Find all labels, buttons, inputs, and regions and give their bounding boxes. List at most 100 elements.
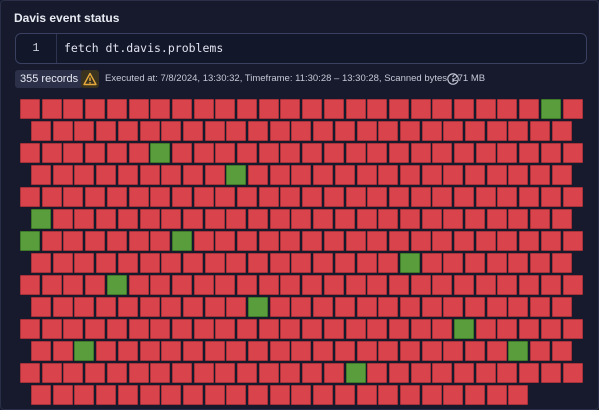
tile-problem[interactable] (465, 253, 485, 273)
tile-problem[interactable] (551, 209, 572, 229)
tile-problem[interactable] (74, 297, 95, 317)
tile-problem[interactable] (215, 143, 236, 163)
tile-problem[interactable] (367, 187, 388, 207)
tile-problem[interactable] (519, 319, 540, 339)
tile-problem[interactable] (465, 209, 485, 229)
tile-problem[interactable] (258, 99, 279, 119)
tile-problem[interactable] (465, 297, 485, 317)
tile-problem[interactable] (150, 319, 171, 339)
tile-problem[interactable] (410, 231, 431, 251)
tile-problem[interactable] (313, 253, 334, 273)
tile-problem[interactable] (20, 363, 40, 383)
tile-problem[interactable] (519, 275, 540, 295)
tile-ok[interactable] (508, 341, 529, 361)
tile-problem[interactable] (367, 363, 388, 383)
tile-problem[interactable] (258, 275, 279, 295)
tile-problem[interactable] (519, 231, 540, 251)
tile-problem[interactable] (551, 297, 572, 317)
tile-problem[interactable] (139, 253, 160, 273)
tile-problem[interactable] (280, 231, 301, 251)
tile-problem[interactable] (226, 209, 247, 229)
tile-problem[interactable] (96, 209, 117, 229)
tile-problem[interactable] (106, 319, 127, 339)
tile-problem[interactable] (378, 341, 399, 361)
tile-problem[interactable] (171, 99, 192, 119)
tile-problem[interactable] (237, 143, 257, 163)
tile-problem[interactable] (74, 209, 95, 229)
tile-problem[interactable] (150, 187, 171, 207)
tile-problem[interactable] (139, 165, 160, 185)
tile-problem[interactable] (562, 99, 583, 119)
tile-problem[interactable] (41, 99, 62, 119)
tile-problem[interactable] (52, 341, 73, 361)
tile-problem[interactable] (465, 341, 485, 361)
tile-problem[interactable] (421, 253, 442, 273)
tile-problem[interactable] (150, 99, 171, 119)
tile-problem[interactable] (182, 385, 203, 405)
tile-problem[interactable] (41, 231, 62, 251)
tile-problem[interactable] (248, 165, 268, 185)
tile-problem[interactable] (280, 363, 301, 383)
tile-problem[interactable] (171, 187, 192, 207)
tile-problem[interactable] (388, 187, 409, 207)
tile-problem[interactable] (226, 297, 247, 317)
tile-problem[interactable] (31, 121, 51, 141)
tile-problem[interactable] (204, 297, 225, 317)
tile-problem[interactable] (302, 363, 323, 383)
tile-problem[interactable] (128, 319, 149, 339)
tile-problem[interactable] (486, 253, 507, 273)
tile-problem[interactable] (432, 187, 453, 207)
tile-problem[interactable] (508, 385, 529, 405)
tile-problem[interactable] (204, 341, 225, 361)
tile-problem[interactable] (475, 363, 496, 383)
tile-problem[interactable] (356, 165, 377, 185)
tile-problem[interactable] (388, 99, 409, 119)
tile-ok[interactable] (248, 297, 268, 317)
tile-problem[interactable] (226, 385, 247, 405)
tile-ok[interactable] (20, 231, 40, 251)
tile-problem[interactable] (313, 209, 334, 229)
tile-problem[interactable] (378, 209, 399, 229)
tile-problem[interactable] (128, 363, 149, 383)
tile-problem[interactable] (150, 275, 171, 295)
tile-problem[interactable] (258, 231, 279, 251)
tile-problem[interactable] (85, 319, 106, 339)
tile-problem[interactable] (399, 121, 420, 141)
tile-problem[interactable] (280, 99, 301, 119)
tile-problem[interactable] (117, 253, 138, 273)
tile-problem[interactable] (345, 231, 366, 251)
tile-problem[interactable] (106, 187, 127, 207)
tile-problem[interactable] (63, 99, 84, 119)
tile-problem[interactable] (497, 187, 518, 207)
tile-problem[interactable] (508, 165, 529, 185)
tile-problem[interactable] (388, 231, 409, 251)
tile-problem[interactable] (443, 253, 464, 273)
tile-problem[interactable] (128, 99, 149, 119)
tile-problem[interactable] (388, 363, 409, 383)
tile-problem[interactable] (421, 385, 442, 405)
tile-problem[interactable] (313, 297, 334, 317)
tile-problem[interactable] (52, 385, 73, 405)
tile-problem[interactable] (562, 275, 583, 295)
tile-problem[interactable] (443, 209, 464, 229)
tile-problem[interactable] (334, 209, 355, 229)
tile-problem[interactable] (31, 297, 51, 317)
tile-problem[interactable] (367, 99, 388, 119)
tile-problem[interactable] (20, 187, 40, 207)
tile-problem[interactable] (356, 253, 377, 273)
tile-problem[interactable] (139, 121, 160, 141)
tile-problem[interactable] (215, 187, 236, 207)
tile-problem[interactable] (313, 341, 334, 361)
tile-problem[interactable] (540, 231, 561, 251)
tile-problem[interactable] (432, 275, 453, 295)
tile-problem[interactable] (280, 275, 301, 295)
tile-problem[interactable] (139, 297, 160, 317)
tile-problem[interactable] (204, 209, 225, 229)
tile-problem[interactable] (139, 385, 160, 405)
tile-problem[interactable] (551, 341, 572, 361)
tile-problem[interactable] (117, 121, 138, 141)
tile-problem[interactable] (31, 165, 51, 185)
tile-problem[interactable] (486, 385, 507, 405)
tile-problem[interactable] (367, 319, 388, 339)
tile-problem[interactable] (486, 165, 507, 185)
